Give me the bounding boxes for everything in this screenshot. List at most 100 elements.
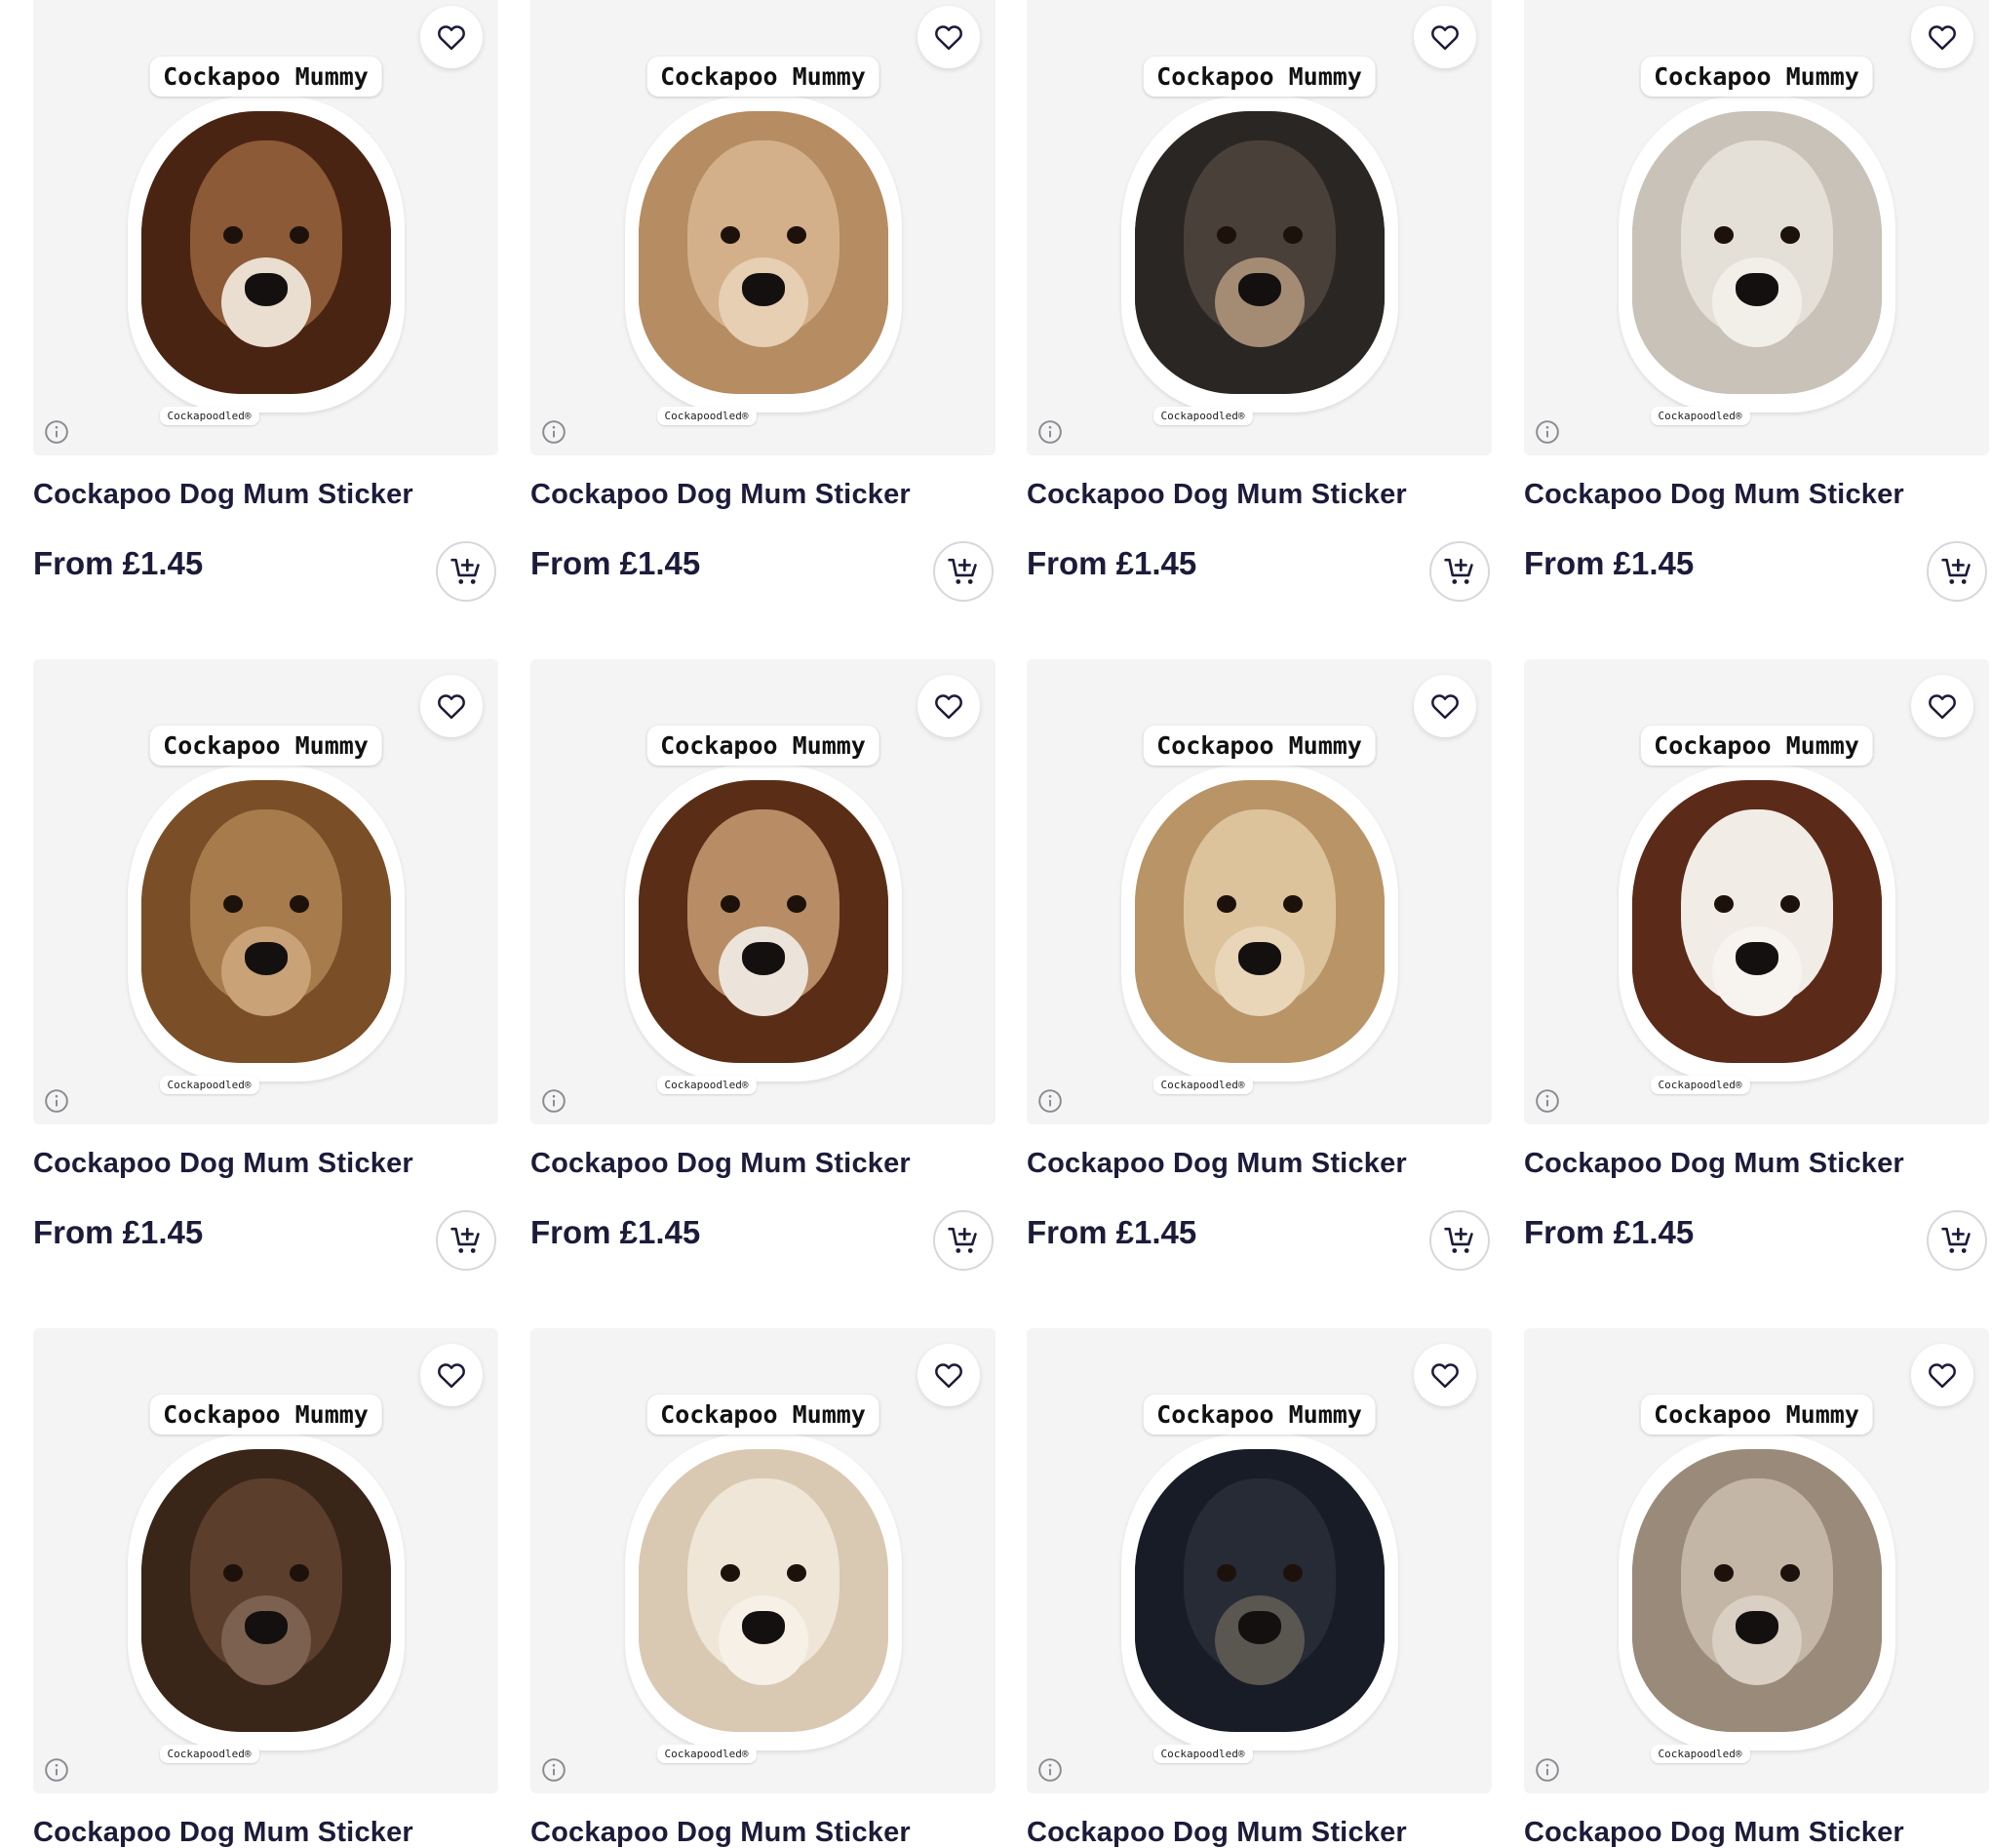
- product-card[interactable]: Cockapoo Mummy Cockapoodled® Cockapoo Do…: [1027, 1328, 1492, 1848]
- dog-nose: [1735, 272, 1778, 306]
- product-image[interactable]: Cockapoo Mummy Cockapoodled®: [1524, 1328, 1989, 1793]
- info-button[interactable]: [1036, 418, 1064, 446]
- favorite-button[interactable]: [918, 675, 980, 737]
- product-title[interactable]: Cockapoo Dog Mum Sticker: [1524, 1146, 1989, 1181]
- dog-portrait: [140, 1448, 391, 1732]
- add-to-cart-icon: [1444, 558, 1473, 584]
- sticker-brand-mark: Cockapoodled®: [159, 406, 259, 425]
- favorite-button[interactable]: [1911, 1344, 1973, 1406]
- product-card[interactable]: Cockapoo Mummy Cockapoodled® Cockapoo Do…: [530, 1328, 996, 1848]
- info-button[interactable]: [1534, 418, 1561, 446]
- heart-outline-icon: [1929, 25, 1956, 51]
- product-image[interactable]: Cockapoo Mummy Cockapoodled®: [1027, 1328, 1492, 1793]
- favorite-button[interactable]: [1911, 6, 1973, 68]
- favorite-button[interactable]: [420, 1344, 483, 1406]
- product-card[interactable]: Cockapoo Mummy Cockapoodled® Cockapoo Do…: [1524, 659, 1989, 1271]
- product-image[interactable]: Cockapoo Mummy Cockapoodled®: [1027, 0, 1492, 455]
- info-button[interactable]: [43, 1087, 70, 1115]
- product-card[interactable]: Cockapoo Mummy Cockapoodled® Cockapoo Do…: [1027, 659, 1492, 1271]
- product-image[interactable]: Cockapoo Mummy Cockapoodled®: [33, 1328, 498, 1793]
- product-title[interactable]: Cockapoo Dog Mum Sticker: [1524, 1815, 1989, 1848]
- info-button[interactable]: [43, 1756, 70, 1784]
- info-button[interactable]: [1036, 1087, 1064, 1115]
- add-to-cart-button[interactable]: [436, 1210, 496, 1271]
- info-button[interactable]: [1534, 1087, 1561, 1115]
- product-card[interactable]: Cockapoo Mummy Cockapoodled® Cockapoo Do…: [1524, 0, 1989, 602]
- add-to-cart-button[interactable]: [1927, 541, 1987, 602]
- info-button[interactable]: [1534, 1756, 1561, 1784]
- product-card[interactable]: Cockapoo Mummy Cockapoodled® Cockapoo Do…: [530, 659, 996, 1271]
- product-card[interactable]: Cockapoo Mummy Cockapoodled® Cockapoo Do…: [33, 659, 498, 1271]
- product-image[interactable]: Cockapoo Mummy Cockapoodled®: [1524, 0, 1989, 455]
- dog-portrait: [1134, 1448, 1385, 1732]
- favorite-button[interactable]: [1414, 6, 1476, 68]
- product-card[interactable]: Cockapoo Mummy Cockapoodled® Cockapoo Do…: [33, 0, 498, 602]
- favorite-button[interactable]: [1414, 1344, 1476, 1406]
- favorite-button[interactable]: [1414, 675, 1476, 737]
- product-title[interactable]: Cockapoo Dog Mum Sticker: [1027, 477, 1492, 512]
- product-title[interactable]: Cockapoo Dog Mum Sticker: [33, 1146, 498, 1181]
- price-row: From £1.45: [1524, 541, 1989, 602]
- product-image[interactable]: Cockapoo Mummy Cockapoodled®: [33, 659, 498, 1124]
- product-image[interactable]: Cockapoo Mummy Cockapoodled®: [530, 0, 996, 455]
- favorite-button[interactable]: [420, 675, 483, 737]
- sticker-artwork: Cockapoo Mummy Cockapoodled®: [617, 725, 910, 1096]
- product-title[interactable]: Cockapoo Dog Mum Sticker: [530, 477, 996, 512]
- add-to-cart-button[interactable]: [933, 1210, 994, 1271]
- info-button[interactable]: [540, 418, 567, 446]
- dog-eye-left: [1216, 1563, 1236, 1582]
- price-row: From £1.45: [530, 1210, 996, 1271]
- product-price: From £1.45: [33, 545, 204, 581]
- product-image[interactable]: Cockapoo Mummy Cockapoodled®: [33, 0, 498, 455]
- product-image[interactable]: Cockapoo Mummy Cockapoodled®: [1027, 659, 1492, 1124]
- product-title[interactable]: Cockapoo Dog Mum Sticker: [33, 1815, 498, 1848]
- dog-nose: [1735, 1610, 1778, 1644]
- sticker-brand-mark: Cockapoodled®: [1650, 1075, 1750, 1094]
- product-title[interactable]: Cockapoo Dog Mum Sticker: [1027, 1815, 1492, 1848]
- product-price: From £1.45: [1027, 1214, 1197, 1250]
- dog-eye-left: [1713, 225, 1734, 244]
- product-image[interactable]: Cockapoo Mummy Cockapoodled®: [530, 1328, 996, 1793]
- heart-outline-icon: [935, 1363, 962, 1389]
- product-grid: Cockapoo Mummy Cockapoodled® Cockapoo Do…: [0, 0, 1992, 1848]
- product-title[interactable]: Cockapoo Dog Mum Sticker: [530, 1815, 996, 1848]
- info-circle-icon: [1536, 1089, 1559, 1113]
- dog-nose: [244, 272, 288, 306]
- product-image[interactable]: Cockapoo Mummy Cockapoodled®: [530, 659, 996, 1124]
- favorite-button[interactable]: [420, 6, 483, 68]
- sticker-brand-mark: Cockapoodled®: [1152, 1744, 1253, 1763]
- add-to-cart-button[interactable]: [436, 541, 496, 602]
- product-card[interactable]: Cockapoo Mummy Cockapoodled® Cockapoo Do…: [33, 1328, 498, 1848]
- dog-eye-right: [289, 1563, 309, 1582]
- add-to-cart-icon: [948, 1227, 977, 1253]
- sticker-brand-mark: Cockapoodled®: [656, 1075, 757, 1094]
- sticker-caption: Cockapoo Mummy: [646, 725, 879, 766]
- dog-portrait: [140, 110, 391, 394]
- info-button[interactable]: [43, 418, 70, 446]
- info-button[interactable]: [1036, 1756, 1064, 1784]
- product-card[interactable]: Cockapoo Mummy Cockapoodled® Cockapoo Do…: [1027, 0, 1492, 602]
- add-to-cart-button[interactable]: [933, 541, 994, 602]
- dog-eye-left: [720, 894, 740, 913]
- product-card[interactable]: Cockapoo Mummy Cockapoodled® Cockapoo Do…: [1524, 1328, 1989, 1848]
- info-button[interactable]: [540, 1756, 567, 1784]
- sticker-caption: Cockapoo Mummy: [646, 1394, 879, 1435]
- add-to-cart-button[interactable]: [1429, 541, 1490, 602]
- info-button[interactable]: [540, 1087, 567, 1115]
- favorite-button[interactable]: [918, 6, 980, 68]
- dog-nose: [741, 272, 785, 306]
- info-circle-icon: [542, 1758, 566, 1782]
- favorite-button[interactable]: [918, 1344, 980, 1406]
- favorite-button[interactable]: [1911, 675, 1973, 737]
- product-title[interactable]: Cockapoo Dog Mum Sticker: [1027, 1146, 1492, 1181]
- product-card[interactable]: Cockapoo Mummy Cockapoodled® Cockapoo Do…: [530, 0, 996, 602]
- product-image[interactable]: Cockapoo Mummy Cockapoodled®: [1524, 659, 1989, 1124]
- sticker-brand-mark: Cockapoodled®: [1152, 406, 1253, 425]
- product-title[interactable]: Cockapoo Dog Mum Sticker: [1524, 477, 1989, 512]
- dog-eye-right: [289, 894, 309, 913]
- add-to-cart-button[interactable]: [1429, 1210, 1490, 1271]
- product-title[interactable]: Cockapoo Dog Mum Sticker: [33, 477, 498, 512]
- sticker-caption: Cockapoo Mummy: [149, 725, 382, 766]
- add-to-cart-button[interactable]: [1927, 1210, 1987, 1271]
- product-title[interactable]: Cockapoo Dog Mum Sticker: [530, 1146, 996, 1181]
